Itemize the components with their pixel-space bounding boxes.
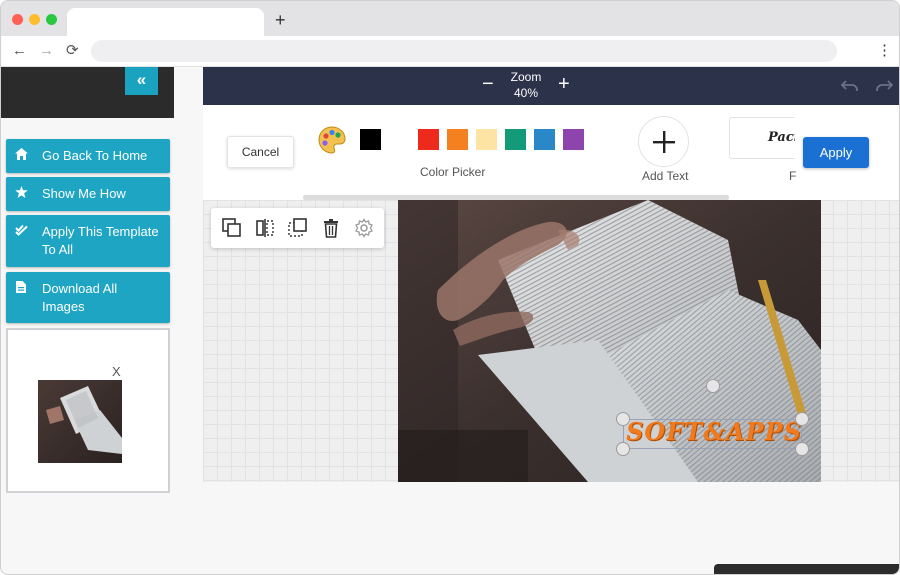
go-back-home-button[interactable]: Go Back To Home — [6, 139, 170, 173]
image-thumbnail-card[interactable]: X — [6, 328, 170, 493]
color-swatch-purple[interactable] — [563, 129, 584, 150]
browser-tab[interactable] — [67, 8, 264, 36]
color-swatch-black[interactable] — [360, 129, 381, 150]
minimize-window-button[interactable] — [29, 14, 40, 25]
url-input[interactable] — [91, 40, 837, 62]
resize-handle-top-right[interactable] — [795, 412, 809, 426]
forward-icon[interactable]: → — [39, 42, 54, 60]
close-window-button[interactable] — [12, 14, 23, 25]
collapse-sidebar-button[interactable]: « — [125, 67, 158, 95]
browser-menu-icon[interactable]: ⋮ — [877, 41, 892, 59]
download-all-images-label: Download All Images — [42, 281, 118, 314]
resize-handle-bottom-left[interactable] — [616, 442, 630, 456]
show-me-how-label: Show Me How — [42, 186, 126, 201]
redo-icon[interactable] — [875, 76, 894, 97]
zoom-in-button[interactable]: + — [558, 74, 570, 94]
delete-icon[interactable] — [321, 218, 341, 238]
file-icon — [14, 280, 28, 323]
zoom-value: 40% — [513, 86, 539, 100]
reload-icon[interactable]: ⟳ — [66, 42, 79, 60]
color-swatch-red[interactable] — [418, 129, 439, 150]
text-overlay[interactable]: SOFT&APPS — [623, 413, 805, 451]
apply-button[interactable]: Apply — [803, 137, 869, 168]
new-tab-button[interactable]: + — [275, 10, 286, 30]
add-text-label: Add Text — [642, 169, 689, 183]
add-text-button[interactable] — [638, 116, 689, 167]
back-icon[interactable]: ← — [12, 42, 27, 60]
color-swatch-blue[interactable] — [534, 129, 555, 150]
go-back-home-label: Go Back To Home — [42, 148, 148, 163]
bottom-panel-tab[interactable] — [714, 564, 899, 574]
home-icon — [14, 147, 28, 165]
apply-template-all-label: Apply This Template To All — [42, 224, 159, 257]
color-swatch-cream[interactable] — [476, 129, 497, 150]
maximize-window-button[interactable] — [46, 14, 57, 25]
editor-toolbar: Cancel Color Picker Add Text Pacific F A… — [203, 105, 899, 200]
thumbnail-image[interactable] — [38, 380, 122, 463]
remove-thumbnail-button[interactable]: X — [112, 364, 121, 379]
double-check-icon — [14, 223, 28, 267]
editor-top-bar: − Zoom 40% + — [203, 67, 899, 105]
send-back-icon[interactable] — [288, 218, 308, 238]
palette-icon[interactable] — [317, 125, 347, 155]
font-label: F — [789, 169, 797, 183]
rotate-handle[interactable] — [706, 379, 720, 393]
zoom-out-button[interactable]: − — [482, 74, 494, 94]
zoom-display: Zoom 40% — [503, 69, 549, 101]
resize-handle-top-left[interactable] — [616, 412, 630, 426]
tab-bar: + — [1, 1, 899, 36]
font-preview[interactable]: Pacific — [729, 117, 795, 159]
flip-icon[interactable] — [255, 218, 275, 238]
browser-window: + ← → ⟳ ⋮ « Go Back To Home Show Me How … — [0, 0, 900, 575]
settings-icon[interactable] — [354, 218, 374, 238]
apply-template-all-button[interactable]: Apply This Template To All — [6, 215, 170, 267]
star-icon — [14, 185, 28, 203]
color-swatch-green[interactable] — [505, 129, 526, 150]
address-bar-row: ← → ⟳ ⋮ — [1, 36, 899, 67]
resize-handle-bottom-right[interactable] — [795, 442, 809, 456]
color-picker-label: Color Picker — [420, 165, 486, 179]
cancel-button[interactable]: Cancel — [227, 136, 294, 168]
duplicate-icon[interactable] — [222, 218, 242, 238]
color-swatch-orange[interactable] — [447, 129, 468, 150]
show-me-how-button[interactable]: Show Me How — [6, 177, 170, 211]
element-context-toolbar — [211, 208, 384, 248]
undo-icon[interactable] — [840, 76, 859, 97]
download-all-images-button[interactable]: Download All Images — [6, 272, 170, 323]
zoom-label: Zoom — [510, 70, 542, 84]
